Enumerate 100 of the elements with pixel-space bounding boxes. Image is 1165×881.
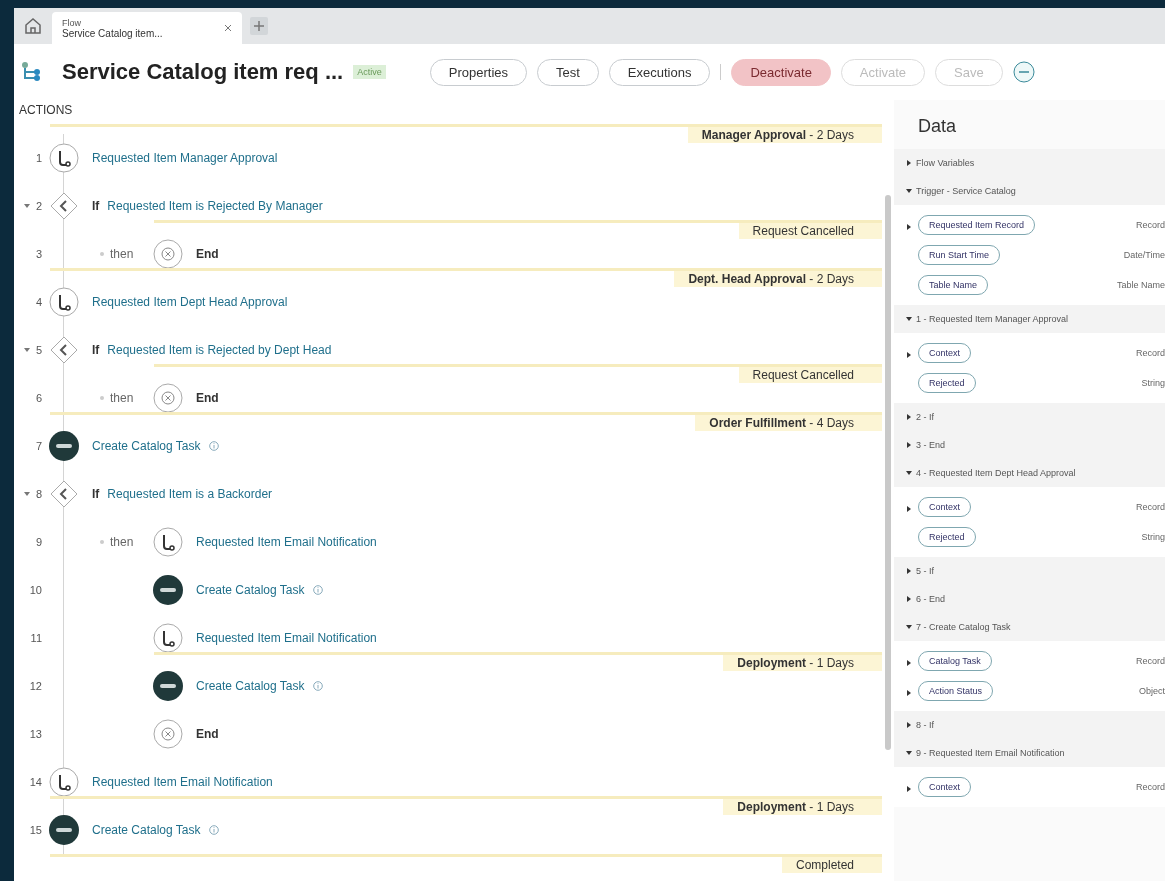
logo-icon [153,671,183,701]
approval-icon [49,767,79,797]
action-link[interactable]: Requested Item is Rejected By Manager [107,199,323,213]
collapse-icon[interactable] [906,750,912,756]
toolbar-button[interactable]: Executions [608,58,711,86]
action-link[interactable]: Requested Item Email Notification [196,631,377,645]
data-type: Record [1136,782,1165,792]
tab-app-label: Flow [62,17,82,28]
collapse-icon[interactable] [906,188,912,194]
home-icon[interactable] [22,15,44,37]
section-header[interactable]: Trigger - Service Catalog [916,186,1016,196]
end-label: End [196,727,219,741]
flow-icon [20,61,42,83]
section-header[interactable]: 5 - If [916,566,934,576]
then-label: then [110,247,134,261]
row-number: 14 [29,776,42,788]
expand-icon[interactable] [906,414,912,420]
data-type: Record [1136,502,1165,512]
stage-label: Completed [781,857,882,873]
logo-icon [49,431,79,461]
status-badge: Active [353,65,386,79]
section-header[interactable]: 2 - If [916,412,934,422]
expand-icon[interactable] [906,506,912,512]
stage-label: Dept. Head Approval - 2 Days [674,271,882,287]
expand-icon[interactable] [906,568,912,574]
row-number: 13 [29,728,42,740]
decision-icon [49,191,79,221]
close-icon[interactable] [224,24,232,32]
action-link[interactable]: Requested Item Manager Approval [92,151,278,165]
collapse-icon[interactable] [906,470,912,476]
data-type: Record [1136,348,1165,358]
approval-icon [153,623,183,653]
end-icon [153,239,183,269]
row-number: 4 [35,296,42,308]
row-number: 1 [35,152,42,164]
row-number: 12 [29,680,42,692]
action-link[interactable]: Requested Item Email Notification [92,775,273,789]
expand-icon[interactable] [906,690,912,696]
section-header[interactable]: 8 - If [916,720,934,730]
action-link[interactable]: Create Catalog Task [196,583,305,597]
action-link[interactable]: Create Catalog Task [92,439,201,453]
section-header[interactable]: 3 - End [916,440,946,450]
logo-icon [153,575,183,605]
action-link[interactable]: Requested Item Dept Head Approval [92,295,288,309]
action-link[interactable]: Create Catalog Task [196,679,305,693]
data-type: String [1141,378,1165,388]
action-link[interactable]: Create Catalog Task [92,823,201,837]
row-number: 5 [35,344,42,356]
actions-heading: ACTIONS [18,102,74,119]
end-label: End [196,247,219,261]
section-header[interactable]: 9 - Requested Item Email Notification [916,748,1065,758]
section-header[interactable]: Flow Variables [916,158,975,168]
deactivate-button[interactable]: Deactivate [731,58,831,86]
toolbar-button[interactable]: Properties [429,58,527,86]
expand-icon[interactable] [906,722,912,728]
stage-label: Manager Approval - 2 Days [687,127,882,143]
expand-icon[interactable] [906,160,912,166]
then-label: then [110,391,134,405]
row-number: 15 [29,824,42,836]
data-type: Table Name [1116,280,1165,290]
flow-title: Service Catalog item req ... [62,59,344,85]
flow-tab[interactable]: Flow Service Catalog item... [52,12,242,44]
row-number: 3 [35,248,42,260]
stage-label: Deployment - 1 Days [723,799,882,815]
section-header[interactable]: 7 - Create Catalog Task [916,622,1011,632]
action-link[interactable]: Requested Item is a Backorder [107,487,273,501]
expand-icon[interactable] [906,786,912,792]
panel-title: Data [917,115,958,138]
row-number: 10 [29,584,42,596]
toolbar-button[interactable]: Test [537,58,599,86]
action-link[interactable]: Requested Item Email Notification [196,535,377,549]
row-number: 7 [35,440,42,452]
data-type: Object [1139,686,1165,696]
scrollbar[interactable] [885,195,891,750]
expand-icon[interactable] [906,660,912,666]
approval-icon [153,527,183,557]
row-number: 9 [35,536,42,548]
approval-icon [49,287,79,317]
collapse-icon[interactable] [906,316,912,322]
collapse-icon[interactable] [906,624,912,630]
stage-label: Order Fulfillment - 4 Days [695,415,882,431]
expand-icon[interactable] [906,442,912,448]
more-icon[interactable] [1012,61,1035,83]
end-icon [153,719,183,749]
data-type: Record [1136,656,1165,666]
end-label: End [196,391,219,405]
section-header[interactable]: 6 - End [916,594,946,604]
row-number: 2 [35,200,42,212]
expand-icon[interactable] [906,596,912,602]
if-keyword: If [92,487,100,501]
expand-icon[interactable] [906,352,912,358]
stage-label: Request Cancelled [738,367,882,383]
end-icon [153,383,183,413]
expand-icon[interactable] [906,224,912,230]
if-keyword: If [92,343,100,357]
action-link[interactable]: Requested Item is Rejected by Dept Head [107,343,332,357]
if-keyword: If [92,199,100,213]
data-type: Record [1136,220,1165,230]
stage-label: Request Cancelled [738,223,882,239]
data-type: Date/Time [1123,250,1165,260]
